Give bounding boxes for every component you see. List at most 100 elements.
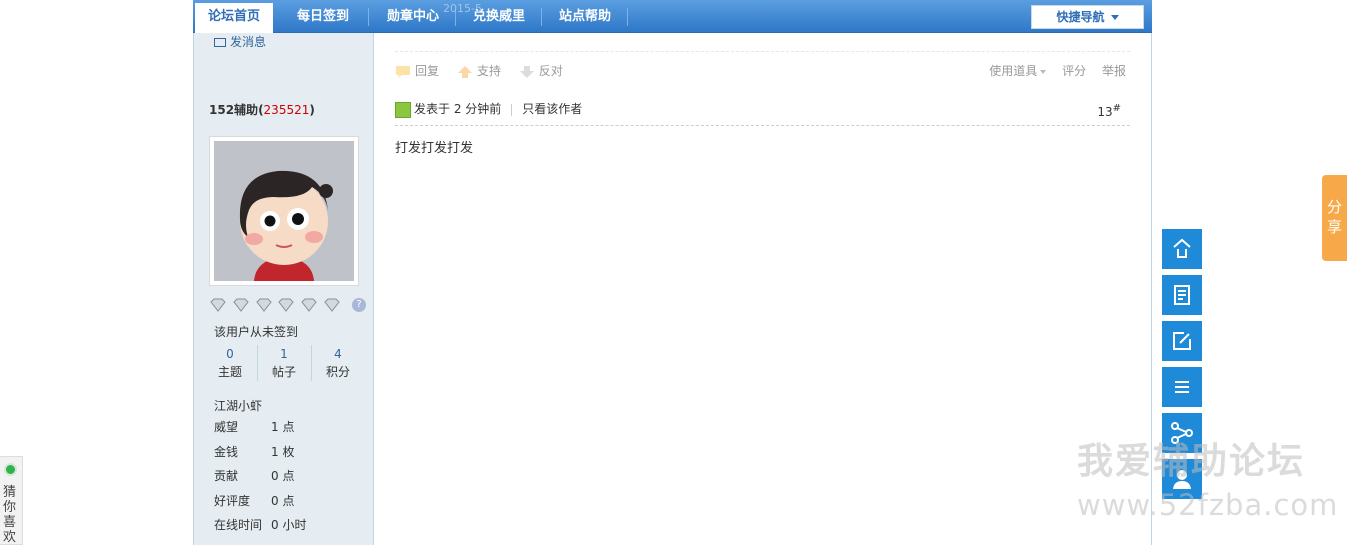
stat-label: 积分 xyxy=(325,365,350,379)
send-message-link[interactable]: 发消息 xyxy=(214,33,266,50)
reply-icon xyxy=(396,65,410,78)
user-name-label: 152辅助 xyxy=(209,103,259,117)
divider xyxy=(395,125,1130,126)
stat-points[interactable]: 4 积分 xyxy=(311,345,365,381)
document-icon xyxy=(1174,285,1190,305)
stat-value: 4 xyxy=(334,347,342,361)
profile-key: 贡献 xyxy=(214,469,239,483)
help-icon[interactable]: ? xyxy=(351,297,366,312)
rate-button[interactable]: 评分 xyxy=(1062,64,1086,78)
share-tab[interactable]: 分 享 xyxy=(1322,175,1347,261)
nav-ghost-text: 2015-5 xyxy=(443,2,482,15)
profile-key: 在线时间 xyxy=(214,518,263,532)
chevron-down-icon xyxy=(1110,15,1119,20)
envelope-icon xyxy=(214,38,226,47)
profile-key: 威望 xyxy=(214,420,239,434)
list-icon xyxy=(1175,381,1189,393)
tab-site-help[interactable]: 站点帮助 xyxy=(545,0,625,33)
tab-daily-signin[interactable]: 每日签到 xyxy=(283,0,363,33)
stat-posts[interactable]: 1 帖子 xyxy=(257,345,311,381)
stat-value: 1 xyxy=(280,347,288,361)
profile-value: 0 点 xyxy=(271,469,295,483)
rank-stars: ? xyxy=(210,297,366,312)
chevron-down-icon xyxy=(1040,69,1047,74)
signin-status: 该用户从未签到 xyxy=(214,325,299,339)
nav-divider xyxy=(627,8,628,26)
page: 论坛首页 每日签到 勋章中心 兑换威里 站点帮助 2015-5 快捷导航 发消息… xyxy=(0,0,1347,545)
document-button[interactable] xyxy=(1162,275,1202,315)
profile-key: 好评度 xyxy=(214,494,251,508)
stat-value: 0 xyxy=(226,347,234,361)
diamond-icon xyxy=(278,298,295,312)
stat-label: 主题 xyxy=(217,365,242,379)
user-stats: 0 主题 1 帖子 4 积分 xyxy=(194,345,374,381)
nav-divider xyxy=(541,8,542,26)
status-dot-icon xyxy=(4,463,17,476)
diamond-icon xyxy=(210,298,226,312)
profile-value: 1 点 xyxy=(271,420,295,434)
user-id: 235521 xyxy=(263,103,310,117)
back-to-top-button[interactable] xyxy=(1162,229,1202,269)
share-char: 分 xyxy=(1326,198,1342,216)
avatar-image xyxy=(214,141,354,281)
nav-divider xyxy=(368,8,369,26)
only-author-link[interactable]: 只看该作者 xyxy=(522,102,582,116)
profile-value: 0 点 xyxy=(271,494,295,508)
guess-you-like[interactable]: 猜你喜欢 xyxy=(0,456,23,545)
floor-mark: # xyxy=(1112,103,1121,114)
arrow-down-icon xyxy=(519,65,534,78)
divider xyxy=(395,51,1130,52)
profile-key: 金钱 xyxy=(214,445,239,459)
reply-label: 回复 xyxy=(415,64,440,78)
profile-row: 贡献 0 点 xyxy=(214,466,294,486)
profile-value: 0 小时 xyxy=(271,518,307,532)
diamond-icon xyxy=(301,298,317,312)
watermark-url: www.52fzba.com xyxy=(1077,488,1339,522)
diamond-icon xyxy=(324,298,340,312)
quick-nav-button[interactable]: 快捷导航 xyxy=(1031,5,1144,29)
diamond-icon xyxy=(233,298,249,312)
send-message-label: 发消息 xyxy=(230,35,267,49)
support-button[interactable]: 支持 xyxy=(457,61,501,81)
profile-row: 好评度 0 点 xyxy=(214,491,294,511)
user-rank: 江湖小虾 xyxy=(214,399,263,413)
top-nav: 论坛首页 每日签到 勋章中心 兑换威里 站点帮助 2015-5 快捷导航 xyxy=(193,0,1152,33)
floor-number[interactable]: 13# xyxy=(1097,99,1121,122)
profile-row: 威望 1 点 xyxy=(214,417,294,437)
use-item-button[interactable]: 使用道具 xyxy=(977,64,1047,78)
profile-row: 金钱 1 枚 xyxy=(214,442,294,462)
oppose-button[interactable]: 反对 xyxy=(519,61,563,81)
tab-forum-home[interactable]: 论坛首页 xyxy=(195,3,273,33)
edit-icon xyxy=(1173,332,1191,350)
user-panel: 发消息 152辅助(235521) ? 该用户从未签到 0 主题 1 帖子 4 … xyxy=(193,33,374,545)
edit-button[interactable] xyxy=(1162,321,1202,361)
stat-threads[interactable]: 0 主题 xyxy=(203,345,257,381)
post-tools: 使用道具 评分 举报 xyxy=(965,61,1126,81)
list-button[interactable] xyxy=(1162,367,1202,407)
floor-value: 13 xyxy=(1097,105,1113,119)
arrow-up-icon xyxy=(457,65,472,78)
watermark-title: 我爱辅助论坛 xyxy=(1077,441,1306,482)
support-label: 支持 xyxy=(476,64,501,78)
meta-divider xyxy=(511,103,513,116)
quick-nav-label: 快捷导航 xyxy=(1056,10,1105,24)
tab-medal-center[interactable]: 勋章中心 xyxy=(373,0,453,33)
profile-value: 1 枚 xyxy=(271,445,295,459)
post-actions: 回复 支持 反对 xyxy=(395,61,577,81)
back-to-top-icon xyxy=(1173,238,1191,258)
use-item-label: 使用道具 xyxy=(989,64,1038,78)
post-content: 打发打发打发 xyxy=(395,141,474,156)
share-char: 享 xyxy=(1326,218,1342,236)
online-status-icon xyxy=(395,101,411,118)
report-button[interactable]: 举报 xyxy=(1102,64,1126,78)
post-meta: 发表于 2 分钟前 只看该作者 xyxy=(395,99,582,119)
reply-button[interactable]: 回复 xyxy=(395,61,439,81)
stat-label: 帖子 xyxy=(271,365,296,379)
post-area: 回复 支持 反对 使用道具 评分 举报 发表于 2 分钟前 只看该作者 13# 打… xyxy=(374,33,1152,545)
oppose-label: 反对 xyxy=(538,64,563,78)
profile-row: 在线时间 0 小时 xyxy=(214,515,306,535)
user-name[interactable]: 152辅助(235521) xyxy=(209,101,315,118)
post-time: 发表于 2 分钟前 xyxy=(414,102,502,116)
guess-label: 猜你喜欢 xyxy=(3,485,17,545)
avatar[interactable] xyxy=(209,136,359,286)
